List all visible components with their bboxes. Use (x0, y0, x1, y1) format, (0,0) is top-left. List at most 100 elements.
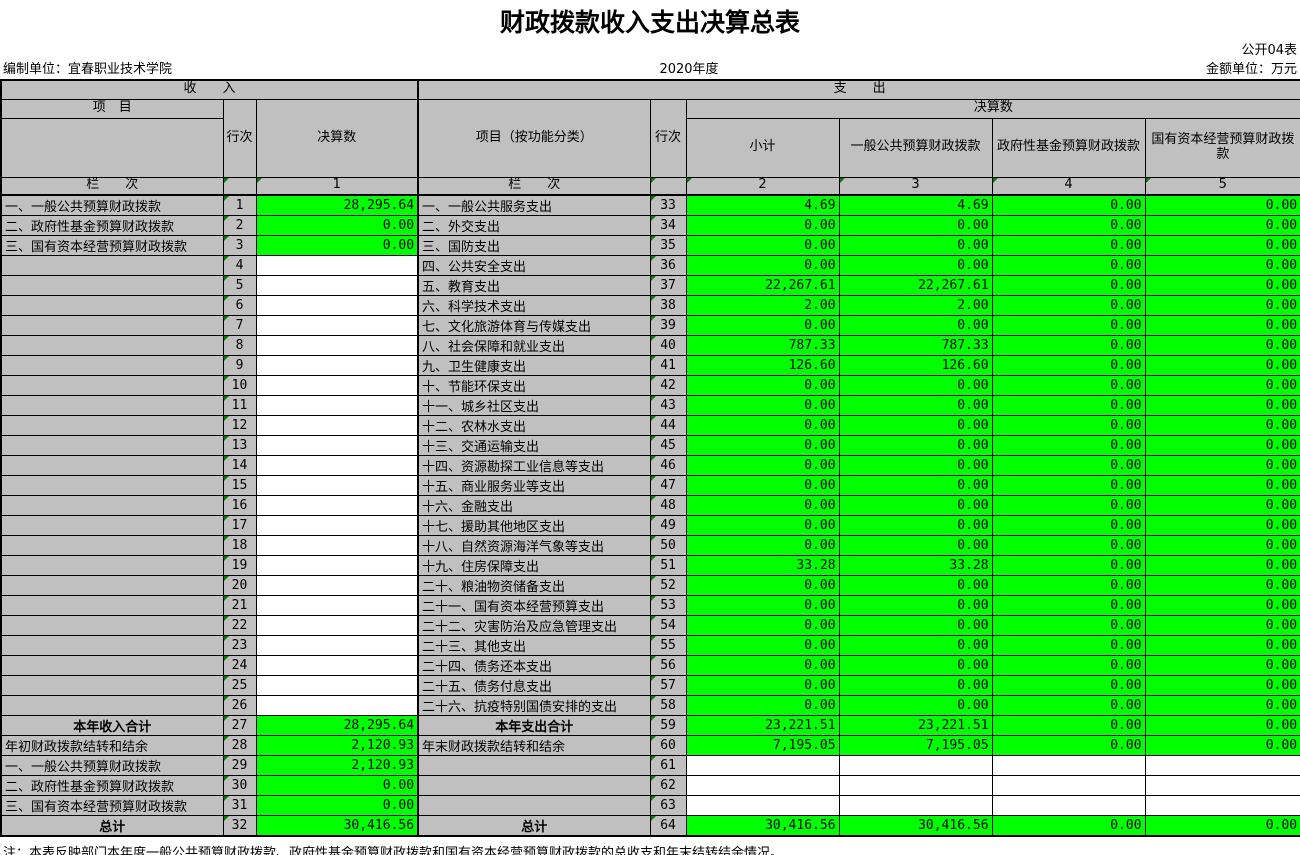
expense-gov-fund-value: 0.00 (992, 636, 1145, 656)
income-value (256, 376, 418, 396)
income-row-number: 27 (223, 716, 256, 736)
income-row-number: 12 (223, 416, 256, 436)
income-row-number: 26 (223, 696, 256, 716)
expense-item-label: 十七、援助其他地区支出 (418, 516, 650, 536)
income-value: 0.00 (256, 776, 418, 796)
expense-state-capital-value: 0.00 (1145, 236, 1300, 256)
income-item-label (1, 516, 223, 536)
fiscal-year-label: 2020年度 (659, 61, 718, 79)
table-row: 总计3230,416.56总计6430,416.5630,416.560.000… (1, 816, 1300, 837)
expense-general-budget-value: 0.00 (839, 576, 992, 596)
income-row-number: 23 (223, 636, 256, 656)
table-row: 17十七、援助其他地区支出490.000.000.000.00 (1, 516, 1300, 536)
income-value (256, 676, 418, 696)
expense-general-budget-value: 0.00 (839, 416, 992, 436)
expense-row-number: 35 (650, 236, 686, 256)
expense-subtotal-value: 0.00 (686, 396, 839, 416)
income-row-number: 14 (223, 456, 256, 476)
expense-subtotal-value: 30,416.56 (686, 816, 839, 837)
table-row: 本年收入合计2728,295.64本年支出合计5923,221.5123,221… (1, 716, 1300, 736)
expense-state-capital-value: 0.00 (1145, 616, 1300, 636)
expense-subtotal-value: 0.00 (686, 436, 839, 456)
expense-state-capital-value (1145, 796, 1300, 816)
header-item: 项 目 (1, 99, 223, 118)
expense-gov-fund-value: 0.00 (992, 696, 1145, 716)
income-row-number: 10 (223, 376, 256, 396)
income-row-number: 20 (223, 576, 256, 596)
expense-general-budget-value: 0.00 (839, 676, 992, 696)
expense-subtotal-value (686, 776, 839, 796)
expense-gov-fund-value: 0.00 (992, 296, 1145, 316)
expense-state-capital-value: 0.00 (1145, 376, 1300, 396)
expense-state-capital-value: 0.00 (1145, 276, 1300, 296)
page-title: 财政拨款收入支出决算总表 (0, 0, 1300, 42)
income-value (256, 536, 418, 556)
expense-item-label: 六、科学技术支出 (418, 296, 650, 316)
income-row-number: 21 (223, 596, 256, 616)
expense-gov-fund-value: 0.00 (992, 256, 1145, 276)
header-col-5: 5 (1145, 177, 1300, 195)
income-item-label (1, 676, 223, 696)
header-col-1: 1 (256, 177, 418, 195)
expense-state-capital-value: 0.00 (1145, 216, 1300, 236)
table-row: 26二十六、抗疫特别国债安排的支出580.000.000.000.00 (1, 696, 1300, 716)
expense-general-budget-value: 33.28 (839, 556, 992, 576)
expense-row-number: 54 (650, 616, 686, 636)
income-row-number: 11 (223, 396, 256, 416)
expense-state-capital-value: 0.00 (1145, 736, 1300, 756)
table-row: 二、政府性基金预算财政拨款20.00二、外交支出340.000.000.000.… (1, 216, 1300, 236)
expense-item-label: 二十六、抗疫特别国债安排的支出 (418, 696, 650, 716)
expense-state-capital-value: 0.00 (1145, 356, 1300, 376)
expense-state-capital-value: 0.00 (1145, 296, 1300, 316)
expense-row-number: 38 (650, 296, 686, 316)
table-row: 25二十五、债务付息支出570.000.000.000.00 (1, 676, 1300, 696)
income-value: 28,295.64 (256, 716, 418, 736)
expense-subtotal-value: 0.00 (686, 316, 839, 336)
expense-general-budget-value: 0.00 (839, 656, 992, 676)
income-value (256, 256, 418, 276)
header-blank-income-rowno (223, 177, 256, 195)
expense-subtotal-value (686, 756, 839, 776)
expense-general-budget-value: 0.00 (839, 256, 992, 276)
table-row: 年初财政拨款结转和结余282,120.93年末财政拨款结转和结余607,195.… (1, 736, 1300, 756)
expense-row-number: 49 (650, 516, 686, 536)
expense-item-label (418, 776, 650, 796)
income-value (256, 556, 418, 576)
expense-state-capital-value: 0.00 (1145, 656, 1300, 676)
expense-gov-fund-value: 0.00 (992, 336, 1145, 356)
header-column-no-income: 栏 次 (1, 177, 223, 195)
income-item-label (1, 296, 223, 316)
income-item-label (1, 436, 223, 456)
expense-subtotal-value: 126.60 (686, 356, 839, 376)
expense-subtotal-value: 2.00 (686, 296, 839, 316)
table-row: 20二十、粮油物资储备支出520.000.000.000.00 (1, 576, 1300, 596)
expense-row-number: 40 (650, 336, 686, 356)
income-item-label (1, 316, 223, 336)
income-value: 0.00 (256, 796, 418, 816)
report-page: 财政拨款收入支出决算总表 公开04表 编制单位：宜春职业技术学院 2020年度 … (0, 0, 1300, 855)
expense-row-number: 57 (650, 676, 686, 696)
expense-general-budget-value: 23,221.51 (839, 716, 992, 736)
expense-row-number: 43 (650, 396, 686, 416)
expense-state-capital-value: 0.00 (1145, 576, 1300, 596)
expense-row-number: 64 (650, 816, 686, 837)
income-value (256, 516, 418, 536)
header-col-3: 3 (839, 177, 992, 195)
expense-item-label (418, 796, 650, 816)
expense-row-number: 55 (650, 636, 686, 656)
header-col-2: 2 (686, 177, 839, 195)
expense-gov-fund-value: 0.00 (992, 716, 1145, 736)
expense-state-capital-value: 0.00 (1145, 516, 1300, 536)
income-row-number: 8 (223, 336, 256, 356)
expense-state-capital-value (1145, 776, 1300, 796)
expense-general-budget-value: 7,195.05 (839, 736, 992, 756)
expense-item-label: 二十五、债务付息支出 (418, 676, 650, 696)
income-row-number: 17 (223, 516, 256, 536)
expense-general-budget-value: 0.00 (839, 236, 992, 256)
expense-general-budget-value: 787.33 (839, 336, 992, 356)
income-value (256, 456, 418, 476)
expense-general-budget-value (839, 796, 992, 816)
income-item-label (1, 476, 223, 496)
expense-item-label: 十六、金融支出 (418, 496, 650, 516)
header-item-functional: 项目（按功能分类） (418, 99, 650, 177)
